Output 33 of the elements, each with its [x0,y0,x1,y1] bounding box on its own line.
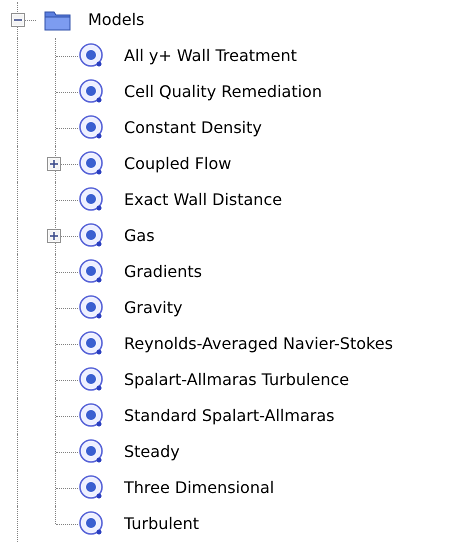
tree-item-label[interactable]: Gradients [124,260,202,284]
tree-item-label[interactable]: All y+ Wall Treatment [124,44,297,68]
model-node-icon [78,330,106,358]
model-node-icon [78,366,106,394]
tree-item-label[interactable]: Standard Spalart-Allmaras [124,404,334,428]
tree-item-label[interactable]: Reynolds-Averaged Navier-Stokes [124,332,393,356]
tree-item-label[interactable]: Three Dimensional [124,476,274,500]
tree-item-label[interactable]: Exact Wall Distance [124,188,282,212]
tree-item-label[interactable]: Gravity [124,296,182,320]
model-node-icon [78,402,106,430]
tree-item-label[interactable]: Spalart-Allmaras Turbulence [124,368,350,392]
model-node-icon [78,438,106,466]
expand-icon[interactable] [47,229,61,243]
model-node-icon [78,186,106,214]
model-node-icon [78,258,106,286]
model-node-icon [78,42,106,70]
tree-item-label[interactable]: Turbulent [124,512,200,536]
tree-item-label[interactable]: Gas [124,224,155,248]
model-node-icon [78,114,106,142]
collapse-icon[interactable] [11,13,25,27]
model-node-icon [78,294,106,322]
tree-item-label[interactable]: Constant Density [124,116,262,140]
tree-item-label[interactable]: Steady [124,440,180,464]
tree-item-label[interactable]: Models [88,8,144,32]
model-node-icon [78,474,106,502]
tree-item-label[interactable]: Coupled Flow [124,152,232,176]
folder-icon [44,9,72,31]
tree-item-label[interactable]: Cell Quality Remediation [124,80,322,104]
expand-icon[interactable] [47,157,61,171]
model-node-icon [78,222,106,250]
model-node-icon [78,150,106,178]
model-node-icon [78,78,106,106]
model-node-icon [78,510,106,538]
